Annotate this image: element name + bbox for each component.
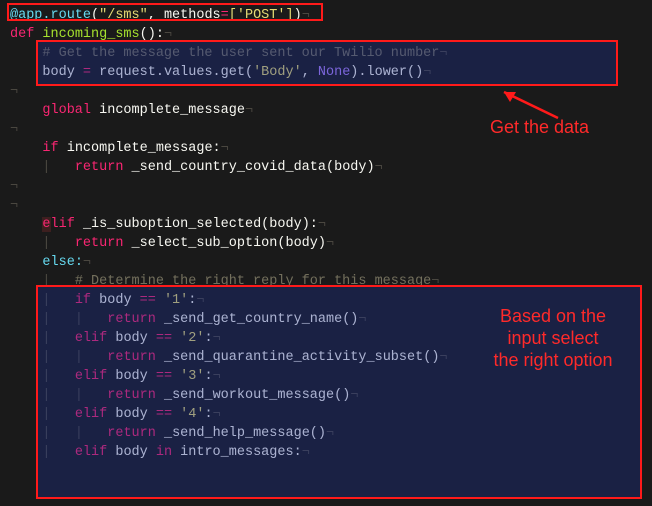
line-body-assign: body = request.values.get('Body', None).…: [10, 63, 652, 82]
blank-line: ¬: [10, 82, 652, 101]
line-comment-get: # Get the message the user sent our Twil…: [10, 44, 652, 63]
line-return-2: | | return _send_quarantine_activity_sub…: [10, 348, 652, 367]
code-editor: @app.route("/sms", methods=['POST'])¬ de…: [10, 6, 652, 462]
blank-line: ¬: [10, 196, 652, 215]
line-elif-2: | elif body == '2':¬: [10, 329, 652, 348]
line-return-1: | | return _send_get_country_name()¬: [10, 310, 652, 329]
line-return-suboption: | return _select_sub_option(body)¬: [10, 234, 652, 253]
line-global: global incomplete_message¬: [10, 101, 652, 120]
line-elif-suboption: elif _is_suboption_selected(body):¬: [10, 215, 652, 234]
blank-line: ¬: [10, 177, 652, 196]
line-elif-3: | elif body == '3':¬: [10, 367, 652, 386]
line-else: else:¬: [10, 253, 652, 272]
line-decorator: @app.route("/sms", methods=['POST'])¬: [10, 6, 652, 25]
line-return-3: | | return _send_workout_message()¬: [10, 386, 652, 405]
blank-line: ¬: [10, 120, 652, 139]
line-def: def incoming_sms():¬: [10, 25, 652, 44]
line-elif-4: | elif body == '4':¬: [10, 405, 652, 424]
line-return-country: | return _send_country_covid_data(body)¬: [10, 158, 652, 177]
line-elif-intro: | elif body in intro_messages:¬: [10, 443, 652, 462]
line-comment-determine: | # Determine the right reply for this m…: [10, 272, 652, 291]
line-if-incomplete: if incomplete_message:¬: [10, 139, 652, 158]
line-if-1: | if body == '1':¬: [10, 291, 652, 310]
line-return-4: | | return _send_help_message()¬: [10, 424, 652, 443]
